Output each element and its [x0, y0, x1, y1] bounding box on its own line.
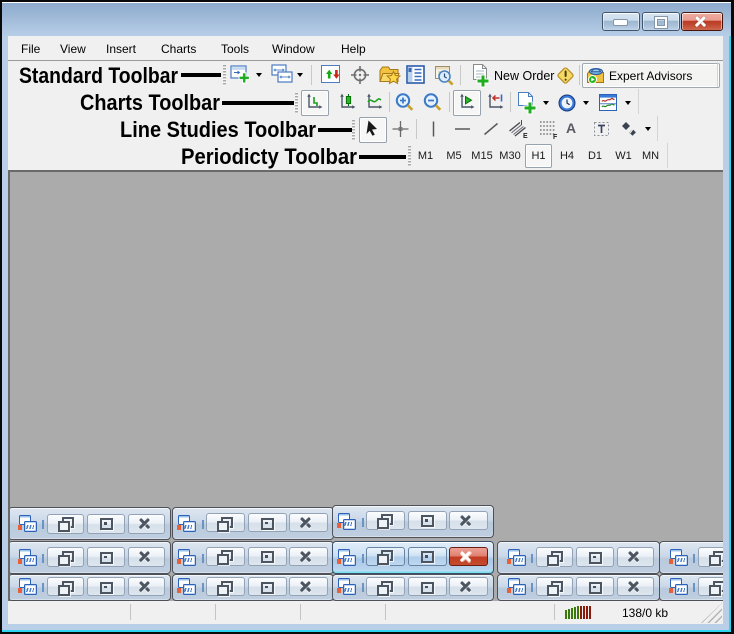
svg-text:E: E	[523, 133, 528, 140]
svg-text:F: F	[553, 134, 558, 140]
